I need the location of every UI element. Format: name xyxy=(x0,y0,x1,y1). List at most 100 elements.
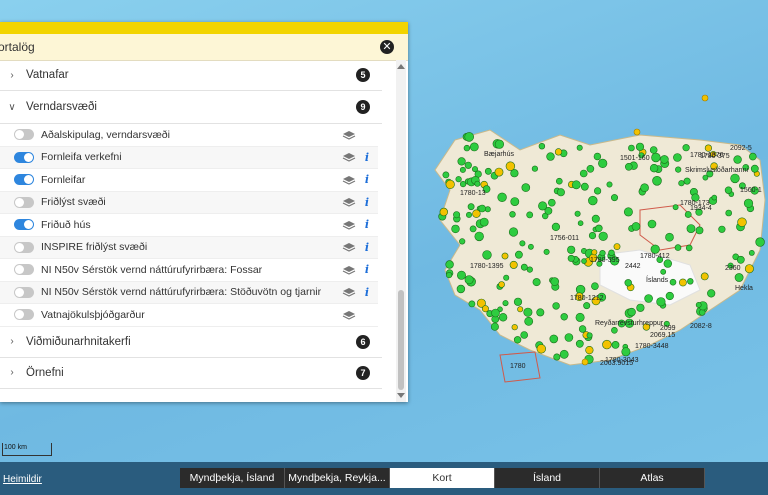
map-point[interactable] xyxy=(748,152,757,161)
map-point[interactable] xyxy=(510,197,520,206)
map-point[interactable] xyxy=(478,204,487,213)
map-point[interactable] xyxy=(503,274,510,281)
map-point[interactable] xyxy=(451,224,460,234)
map-point[interactable] xyxy=(456,284,466,294)
layers-stack-icon[interactable] xyxy=(342,152,356,162)
map-point[interactable] xyxy=(593,152,602,161)
basemap-option[interactable]: Myndþekja, Ísland xyxy=(180,468,285,488)
map-point[interactable] xyxy=(591,214,600,223)
map-point[interactable] xyxy=(576,144,583,151)
map-point[interactable] xyxy=(704,144,713,152)
basemap-option[interactable]: Ísland xyxy=(495,468,600,488)
map-point[interactable] xyxy=(567,254,575,262)
map-point[interactable] xyxy=(623,207,633,217)
map-point[interactable] xyxy=(526,266,533,273)
map-point[interactable] xyxy=(464,161,472,169)
info-icon[interactable]: i xyxy=(362,241,372,254)
map-point[interactable] xyxy=(577,220,584,226)
map-point[interactable] xyxy=(457,157,466,166)
map-point[interactable] xyxy=(469,142,479,152)
map-point[interactable] xyxy=(464,132,475,142)
map-point[interactable] xyxy=(633,128,641,136)
map-point[interactable] xyxy=(460,181,467,188)
map-point[interactable] xyxy=(611,340,620,349)
map-point[interactable] xyxy=(505,161,516,171)
map-point[interactable] xyxy=(652,176,662,186)
map-point[interactable] xyxy=(608,249,615,257)
map-point[interactable] xyxy=(578,325,587,333)
map-point[interactable] xyxy=(743,198,754,208)
map-point[interactable] xyxy=(453,211,461,219)
map-point[interactable] xyxy=(490,322,499,331)
map-point[interactable] xyxy=(580,182,589,191)
map-point[interactable] xyxy=(701,94,709,102)
basemap-option[interactable]: Atlas xyxy=(600,468,705,488)
layer-toggle[interactable] xyxy=(14,286,34,298)
layer-group-3[interactable]: › Örnefni 7 xyxy=(0,358,382,389)
map-point[interactable] xyxy=(526,211,534,219)
chevron-right-icon[interactable]: › xyxy=(4,70,20,81)
map-point[interactable] xyxy=(515,250,523,259)
scroll-up-arrow-icon[interactable] xyxy=(397,64,405,69)
sources-link[interactable]: Heimildir xyxy=(3,474,42,485)
layer-toggle[interactable] xyxy=(14,174,34,186)
map-point[interactable] xyxy=(445,179,455,189)
map-point[interactable] xyxy=(684,211,692,218)
layers-stack-icon[interactable] xyxy=(342,220,356,230)
map-point[interactable] xyxy=(555,177,563,185)
map-point[interactable] xyxy=(744,264,754,274)
map-point[interactable] xyxy=(635,142,645,151)
map-point[interactable] xyxy=(559,349,569,359)
chevron-down-icon[interactable]: ∨ xyxy=(4,102,20,113)
map-point[interactable] xyxy=(599,250,606,257)
map-point[interactable] xyxy=(736,255,745,264)
map-point[interactable] xyxy=(442,171,450,179)
map-point[interactable] xyxy=(613,243,621,250)
map-point[interactable] xyxy=(627,307,636,317)
map-point[interactable] xyxy=(517,306,524,313)
layer-list[interactable]: › Vatnafar 5 ∨ Verndarsvæði 9 Aðalskipulag, ve… xyxy=(0,60,394,402)
layers-stack-icon[interactable] xyxy=(342,242,356,252)
map-point[interactable] xyxy=(575,312,585,322)
map-point[interactable] xyxy=(598,231,608,241)
map-point[interactable] xyxy=(593,187,602,195)
map-point[interactable] xyxy=(695,226,704,235)
map-point[interactable] xyxy=(536,308,545,317)
map-point[interactable] xyxy=(474,231,484,242)
layer-toggle[interactable] xyxy=(14,241,34,253)
map-point[interactable] xyxy=(538,201,548,211)
scrollbar[interactable] xyxy=(396,60,406,402)
map-point[interactable] xyxy=(695,301,702,308)
map-point[interactable] xyxy=(579,169,588,178)
map-point[interactable] xyxy=(520,263,528,271)
map-point[interactable] xyxy=(682,144,690,152)
map-point[interactable] xyxy=(602,339,612,350)
map-point[interactable] xyxy=(663,259,672,268)
map-point[interactable] xyxy=(611,326,618,334)
map-point[interactable] xyxy=(509,211,516,218)
map-point[interactable] xyxy=(498,313,508,322)
map-point[interactable] xyxy=(471,166,478,173)
map-point[interactable] xyxy=(571,180,581,190)
map-point[interactable] xyxy=(550,277,560,286)
map-point[interactable] xyxy=(520,331,529,339)
map-point[interactable] xyxy=(675,166,682,173)
map-point[interactable] xyxy=(513,297,523,306)
map-point[interactable] xyxy=(660,155,669,164)
map-point[interactable] xyxy=(481,305,489,313)
map-point[interactable] xyxy=(494,139,505,149)
map-point[interactable] xyxy=(724,186,733,194)
map-point[interactable] xyxy=(598,158,608,168)
map-point[interactable] xyxy=(673,153,682,162)
map-point[interactable] xyxy=(523,307,533,317)
info-icon[interactable]: i xyxy=(362,263,372,276)
map-point[interactable] xyxy=(674,244,682,251)
map-point[interactable] xyxy=(649,146,658,154)
map-point[interactable] xyxy=(678,180,685,187)
map-point[interactable] xyxy=(686,224,696,233)
map-point[interactable] xyxy=(730,173,740,184)
map-point[interactable] xyxy=(665,232,674,242)
map-point[interactable] xyxy=(748,249,755,256)
map-point[interactable] xyxy=(521,183,531,192)
map-point[interactable] xyxy=(591,282,599,291)
